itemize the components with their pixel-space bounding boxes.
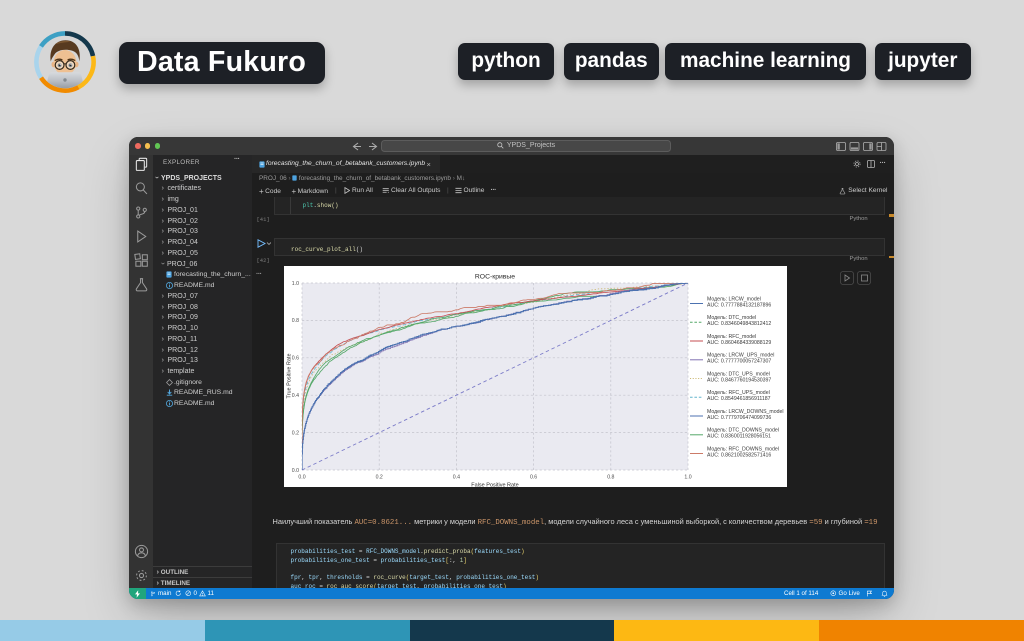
svg-text:False Positive Rate: False Positive Rate [471,483,518,488]
svg-text:AUC: 0.7777884132187896: AUC: 0.7777884132187896 [707,302,771,308]
svg-text:0.4: 0.4 [292,393,299,399]
svg-text:0.0: 0.0 [298,475,305,481]
svg-text:0.6: 0.6 [292,356,299,362]
svg-text:0.2: 0.2 [292,430,299,436]
svg-text:True Positive Rate: True Positive Rate [287,353,293,398]
svg-text:AUC: 0.8549461856911187: AUC: 0.8549461856911187 [707,396,771,402]
svg-text:AUC: 0.8621002582571416: AUC: 0.8621002582571416 [707,452,771,458]
svg-text:AUC: 0.8360011928056151: AUC: 0.8360011928056151 [707,434,771,440]
svg-text:AUC: 0.8604684339088129: AUC: 0.8604684339088129 [707,340,771,346]
svg-text:ROC-кривые: ROC-кривые [475,274,515,281]
svg-text:0.8: 0.8 [292,318,299,324]
svg-text:0.6: 0.6 [530,475,537,481]
svg-text:0.8: 0.8 [607,475,614,481]
svg-text:0.2: 0.2 [376,475,383,481]
svg-text:AUC: 0.7779706474099736: AUC: 0.7779706474099736 [707,415,771,421]
svg-text:AUC: 0.8467760194530397: AUC: 0.8467760194530397 [707,377,771,383]
svg-text:1.0: 1.0 [292,281,299,287]
svg-text:1.0: 1.0 [684,475,691,481]
svg-text:0.0: 0.0 [292,468,299,474]
svg-text:AUC: 0.7777700057247307: AUC: 0.7777700057247307 [707,359,771,365]
svg-text:0.4: 0.4 [453,475,460,481]
svg-text:AUC: 0.8346049843812412: AUC: 0.8346049843812412 [707,321,771,327]
